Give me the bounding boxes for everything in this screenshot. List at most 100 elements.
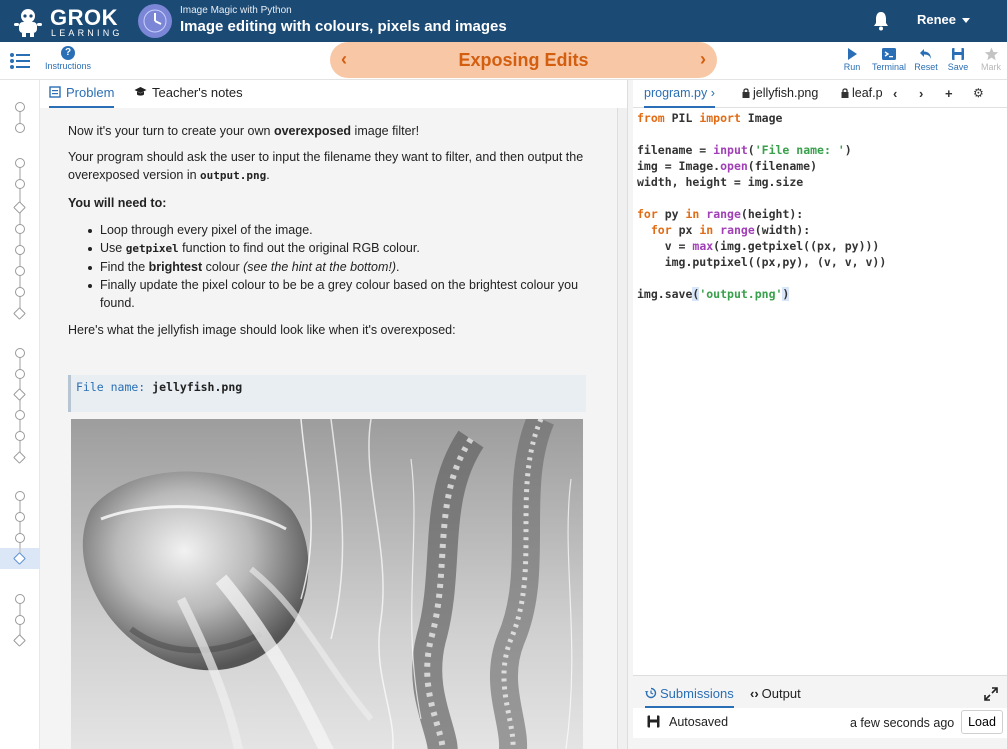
logo-subtext: LEARNING: [51, 28, 123, 38]
step-node[interactable]: [15, 615, 25, 625]
need-heading: You will need to:: [68, 196, 167, 210]
terminal-icon: [882, 48, 896, 60]
autosave-status: Autosaved: [669, 715, 729, 729]
list-item-text: Loop through every pixel of the image.: [100, 223, 313, 237]
mark-label: Mark: [981, 62, 1001, 72]
history-icon: [645, 687, 657, 699]
rail-connector: [19, 352, 21, 458]
lock-icon: [742, 88, 750, 98]
step-node[interactable]: [15, 266, 25, 276]
question-icon: ?: [61, 46, 75, 60]
instructions-button[interactable]: ? Instructions: [40, 46, 96, 71]
tab-leaf-png[interactable]: leaf.p: [841, 86, 883, 100]
list-item: Use getpixel function to find out the or…: [88, 239, 593, 258]
problem-content: Now it's your turn to create your own ov…: [40, 108, 617, 749]
code-line: for px in range(width):: [650, 223, 811, 237]
code-line: filename = input('File name: '): [637, 143, 852, 157]
mark-button[interactable]: Mark: [973, 47, 1007, 72]
code-brackets-icon: ‹›: [750, 686, 759, 701]
notification-bell-icon[interactable]: [872, 11, 890, 31]
step-node[interactable]: [15, 512, 25, 522]
step-node[interactable]: [15, 102, 25, 112]
code-line: img = Image.open(filename): [637, 159, 818, 173]
slide-title: Exposing Edits: [458, 50, 589, 70]
quiz-node[interactable]: [13, 388, 26, 401]
tab-problem[interactable]: Problem: [49, 85, 115, 108]
code-line: img.putpixel((px,py), (v, v, v)): [637, 255, 887, 269]
step-node[interactable]: [15, 533, 25, 543]
course-subtitle: Image Magic with Python: [180, 5, 292, 16]
load-button[interactable]: Load: [961, 710, 1003, 734]
tab-submissions[interactable]: Submissions: [645, 686, 734, 708]
bottom-panel: Submissions ‹› Output Autosaved a few sec…: [633, 675, 1007, 749]
save-label: Save: [947, 62, 969, 72]
list-item: Loop through every pixel of the image.: [88, 221, 593, 239]
step-node[interactable]: [15, 491, 25, 501]
quiz-node[interactable]: [13, 634, 26, 647]
code-area[interactable]: from PIL import Image filename = input('…: [637, 110, 886, 302]
code-line: width, height = img.size: [637, 175, 804, 189]
user-menu[interactable]: Renee: [917, 12, 971, 27]
intro-text: Now it's your turn to create your own: [68, 124, 274, 138]
step-node[interactable]: [15, 179, 25, 189]
step-node[interactable]: [15, 287, 25, 297]
list-item-text: function to find out the original RGB co…: [178, 241, 420, 255]
code-line: from PIL import Image: [637, 111, 783, 125]
star-icon: [984, 47, 998, 61]
code-line: for py in range(height):: [637, 207, 804, 221]
quiz-node[interactable]: [13, 451, 26, 464]
save-button[interactable]: Save: [940, 47, 976, 72]
terminal-label: Terminal: [871, 62, 906, 72]
tab-submissions-label: Submissions: [660, 686, 734, 701]
step-node[interactable]: [15, 224, 25, 234]
document-icon: [49, 86, 61, 98]
step-node[interactable]: [15, 431, 25, 441]
step-node[interactable]: [15, 369, 25, 379]
tab-jellyfish-png[interactable]: jellyfish.png: [742, 86, 818, 100]
reset-button[interactable]: Reset: [908, 47, 944, 72]
step-node[interactable]: [15, 348, 25, 358]
list-menu-icon[interactable]: [10, 53, 30, 69]
step-node[interactable]: [15, 410, 25, 420]
chevron-right-icon: ›: [710, 86, 715, 100]
instructions-label: Instructions: [44, 61, 92, 71]
scroll-tabs-right-icon[interactable]: ›: [919, 86, 923, 101]
submission-row: Autosaved a few seconds ago Load: [633, 708, 1007, 738]
step-node[interactable]: [15, 158, 25, 168]
tab-program-py[interactable]: program.py ›: [644, 86, 715, 108]
toolbar: ? Instructions ‹ Exposing Edits › Run Te…: [0, 42, 1007, 80]
problem-scrollbar[interactable]: [617, 108, 627, 749]
add-file-icon[interactable]: +: [945, 86, 953, 101]
tab-teachers-notes[interactable]: Teacher's notes: [134, 85, 243, 108]
para2-text: Your program should ask the user to inpu…: [68, 150, 584, 182]
list-item-text: Finally update the pixel colour to be be…: [100, 278, 579, 310]
editor-tabs: program.py › jellyfish.png leaf.p ‹ › + …: [633, 80, 1007, 108]
step-node[interactable]: [15, 123, 25, 133]
list-item-bold: brightest: [148, 260, 203, 274]
run-button[interactable]: Run: [834, 47, 870, 72]
expand-icon[interactable]: [984, 687, 998, 701]
step-node[interactable]: [15, 245, 25, 255]
list-item-text: Find the: [100, 260, 149, 274]
reset-label: Reset: [914, 62, 938, 72]
quiz-node[interactable]: [13, 307, 26, 320]
settings-gear-icon[interactable]: ⚙: [973, 86, 984, 100]
course-title: Image editing with colours, pixels and i…: [180, 18, 507, 35]
jellyfish-caption: Here's what the jellyfish image should l…: [68, 323, 456, 337]
problem-tabs: Problem Teacher's notes: [40, 80, 617, 108]
progress-rail: [0, 80, 40, 749]
user-name: Renee: [917, 12, 957, 27]
hint-reference: (see the hint at the bottom!): [243, 260, 396, 274]
grok-logo[interactable]: GROK LEARNING: [10, 3, 120, 39]
floppy-disk-icon: [647, 715, 660, 728]
scroll-tabs-left-icon[interactable]: ‹: [893, 86, 897, 101]
tab-output[interactable]: ‹› Output: [750, 686, 801, 701]
console-input: jellyfish.png: [152, 380, 243, 394]
step-node[interactable]: [15, 594, 25, 604]
chevron-right-icon[interactable]: ›: [695, 50, 711, 68]
intro-text-end: image filter!: [351, 124, 420, 138]
terminal-button[interactable]: Terminal: [871, 47, 907, 72]
quiz-node[interactable]: [13, 201, 26, 214]
